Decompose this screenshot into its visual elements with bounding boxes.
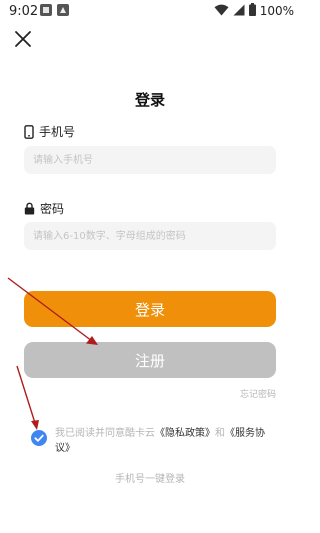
- one-tap-login-link[interactable]: 手机号一键登录: [0, 470, 300, 485]
- phone-input[interactable]: [24, 146, 276, 174]
- app-notification-icon: [57, 4, 69, 16]
- forgot-password-link[interactable]: 忘记密码: [240, 387, 276, 400]
- password-label-text: 密码: [40, 202, 65, 216]
- register-button[interactable]: 注册: [24, 342, 276, 378]
- checkmark-icon: [34, 434, 44, 442]
- status-bar-time: 9:02: [9, 4, 39, 19]
- page-title: 登录: [134, 91, 165, 109]
- phone-icon: [24, 124, 34, 139]
- privacy-policy-link[interactable]: 《隐私政策》: [155, 428, 215, 439]
- phone-field-label: 手机号: [24, 123, 75, 140]
- battery-percent: 100%: [259, 4, 294, 18]
- app-notification-icon: [40, 4, 52, 16]
- signal-icon: [233, 4, 245, 19]
- password-input[interactable]: [24, 222, 276, 250]
- agreement-and: 和: [215, 428, 225, 439]
- close-button[interactable]: [12, 28, 34, 50]
- agreement-checkbox[interactable]: [31, 430, 47, 446]
- password-field-label: 密码: [24, 200, 64, 217]
- agreement-prefix: 我已阅读并同意酷卡云: [55, 428, 155, 439]
- login-button[interactable]: 登录: [24, 291, 276, 327]
- close-icon: [15, 31, 31, 47]
- status-bar-indicators: 100%: [214, 3, 294, 19]
- agreement-text: 我已阅读并同意酷卡云《隐私政策》和《服务协议》: [55, 426, 275, 456]
- battery-icon: [248, 3, 256, 19]
- phone-label-text: 手机号: [39, 125, 76, 139]
- lock-icon: [24, 202, 35, 215]
- wifi-icon: [214, 4, 229, 19]
